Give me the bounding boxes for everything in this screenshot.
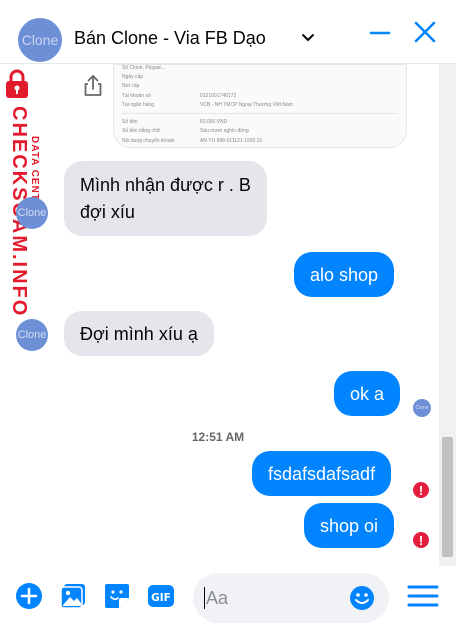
sender-avatar[interactable]: Clone [16, 319, 48, 351]
message-bubble-incoming[interactable]: Mình nhận được r . B đợi xíu [64, 161, 267, 236]
message-bubble-outgoing[interactable]: fsdafsdafsadf [252, 451, 392, 496]
close-icon[interactable] [411, 18, 439, 46]
receipt-image[interactable]: Số Clone, Paypal... Ngày cấp Nơi cấp Tài… [113, 64, 407, 148]
message-timestamp: 12:51 AM [191, 430, 245, 444]
message-bubble-outgoing[interactable]: alo shop [294, 252, 395, 297]
conversation-avatar: Clone [18, 18, 62, 62]
photo-icon[interactable] [59, 582, 87, 610]
scrollbar-thumb[interactable] [442, 437, 453, 557]
conversation-title: Bán Clone - Via FB Dạo [74, 28, 266, 48]
sticker-icon[interactable] [103, 582, 131, 610]
emoji-icon[interactable] [349, 585, 375, 611]
sender-avatar[interactable]: Clone [16, 197, 48, 229]
chevron-down-icon[interactable] [299, 28, 317, 46]
message-input-placeholder: Aa [206, 588, 229, 608]
add-icon[interactable] [15, 582, 43, 610]
share-icon[interactable] [80, 72, 106, 98]
message-bubble-outgoing[interactable]: ok a [334, 371, 401, 416]
avatar-text: Clone [21, 32, 59, 48]
message-input[interactable]: Aa [193, 573, 389, 623]
menu-icon[interactable] [406, 581, 440, 611]
seen-avatar: Clone [413, 399, 431, 417]
message-bubble-outgoing[interactable]: shop oi [304, 503, 395, 548]
conversation-title-button[interactable]: Clone Bán Clone - Via FB Dạo [6, 6, 324, 62]
chat-header: Clone Bán Clone - Via FB Dạo [0, 0, 456, 64]
composer: GIF Aa [0, 566, 456, 632]
text-caret [204, 587, 205, 609]
send-failed-icon[interactable]: ! [411, 480, 431, 500]
minimize-icon[interactable] [366, 18, 394, 46]
gif-label: GIF [151, 592, 171, 604]
send-failed-icon[interactable]: ! [411, 530, 431, 550]
receipt-divider [122, 113, 398, 114]
gif-icon[interactable]: GIF [147, 582, 175, 610]
watermark: CHECKSCAM.INFO DATA CENTER [0, 66, 44, 317]
lock-icon [6, 69, 28, 98]
message-bubble-incoming[interactable]: Đợi mình xíu ạ [64, 311, 214, 356]
